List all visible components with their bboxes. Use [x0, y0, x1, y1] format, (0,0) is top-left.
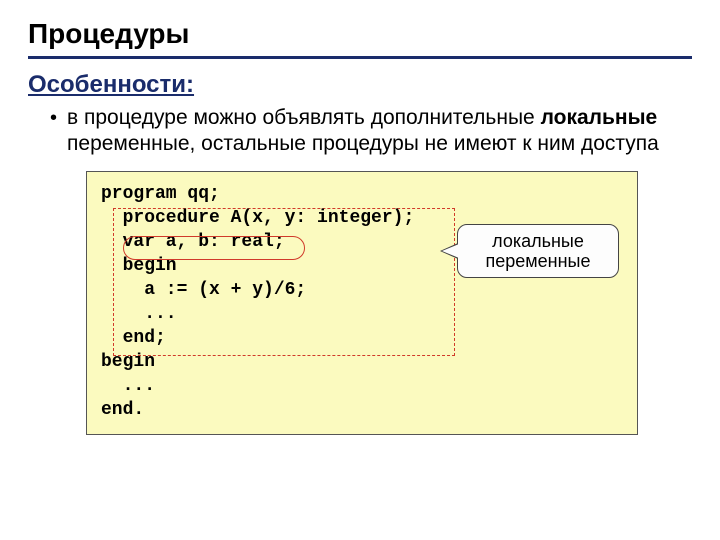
title-rule — [28, 56, 692, 59]
bullet-bold: локальные — [541, 106, 658, 129]
callout-local-variables: локальные переменные — [457, 224, 619, 278]
callout-line: локальные — [468, 231, 608, 251]
code-line: begin — [101, 350, 623, 374]
bullet-pre: в процедуре можно объявлять дополнительн… — [67, 106, 541, 129]
bullet-marker: • — [50, 105, 57, 131]
code-line: end; — [101, 326, 623, 350]
bullet-item: • в процедуре можно объявлять дополнител… — [50, 105, 692, 157]
callout-line: переменные — [468, 251, 608, 271]
code-line: end. — [101, 398, 623, 422]
code-line: ... — [101, 374, 623, 398]
code-line: program qq; — [101, 182, 623, 206]
section-subtitle: Особенности: — [28, 71, 692, 99]
code-line: a := (x + y)/6; — [101, 278, 623, 302]
bullet-post: переменные, остальные процедуры не имеют… — [67, 132, 659, 155]
code-line: ... — [101, 302, 623, 326]
bullet-text: в процедуре можно объявлять дополнительн… — [67, 105, 692, 157]
slide-title: Процедуры — [28, 18, 692, 50]
code-block: program qq; procedure A(x, y: integer); … — [86, 171, 638, 435]
var-highlight-oval — [123, 236, 305, 260]
